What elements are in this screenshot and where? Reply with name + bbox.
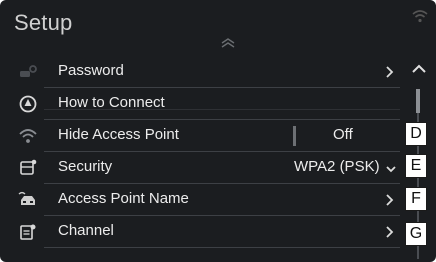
row-label: Security [58,158,113,175]
chevron-right-icon [386,194,394,206]
row-how-to-connect[interactable]: How to Connect [0,88,400,120]
settings-list: Password How to Connect Hide Access Poin… [0,55,436,262]
callout-label: G [405,222,427,246]
divider [44,247,400,248]
toggle-value[interactable]: Off [333,126,353,143]
row-label: Password [58,62,124,79]
row-access-point-name[interactable]: Access Point Name [0,184,400,216]
row-security[interactable]: Security WPA2 (PSK) [0,152,400,184]
row-label: How to Connect [58,94,165,111]
callout-label: D [405,122,427,146]
toggle-divider [293,126,296,146]
wifi-status-icon [412,10,428,23]
phone-settings-icon [20,159,37,175]
row-label: Access Point Name [58,190,189,207]
row-channel[interactable]: Channel [0,216,400,248]
row-hide-access-point[interactable]: Hide Access Point Off [0,120,400,152]
car-key-icon [20,65,37,77]
scroll-up-icon[interactable] [411,63,427,75]
chevron-right-icon [386,226,394,238]
callout-label: E [405,154,427,178]
setup-screen: Setup Password How to Connect Hide Acces… [0,0,436,262]
security-value[interactable]: WPA2 (PSK) [294,158,380,175]
chevron-down-icon [386,166,396,173]
scroll-thumb[interactable] [416,89,420,113]
car-wifi-icon [18,191,35,205]
row-label: Hide Access Point [58,126,179,143]
wifi-icon [19,129,37,143]
chevron-right-icon [386,66,394,78]
callout-label: F [405,187,427,211]
page-up-indicator-icon[interactable] [220,38,236,48]
row-password[interactable]: Password [0,56,400,88]
page-title: Setup [14,10,73,35]
document-settings-icon [20,224,36,240]
info-icon [19,95,37,113]
row-label: Channel [58,222,114,239]
